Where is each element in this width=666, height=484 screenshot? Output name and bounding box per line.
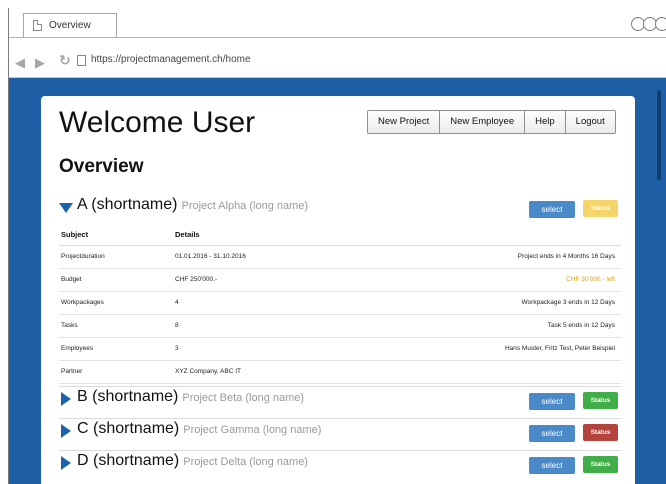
table-row: Projectduration 01.01.2016 - 31.10.2016 Pr…: [59, 245, 621, 269]
project-title: D (shortname) Project Delta (long name): [77, 452, 308, 470]
status-badge: Status: [583, 456, 618, 473]
table-cell-subject: Tasks: [59, 314, 173, 338]
table-cell-details: XYZ Company, ABC IT: [173, 360, 373, 384]
status-badge: Status: [583, 200, 618, 217]
table-header-row: Subject Details: [59, 224, 621, 246]
project-header[interactable]: B (shortname) Project Beta (long name) se…: [59, 386, 621, 412]
project-header[interactable]: D (shortname) Project Delta (long name) s…: [59, 450, 621, 476]
status-badge: Status: [583, 424, 618, 441]
table-cell-note: Hans Muster, Fritz Test, Peter Beispiel: [373, 337, 621, 361]
table-cell-details: 4: [173, 291, 373, 315]
project-title: A (shortname) Project Alpha (long name): [77, 196, 308, 214]
subject-column-header: Subject: [59, 224, 173, 246]
table-row: Partner XYZ Company, ABC IT: [59, 360, 621, 384]
note-column-header: [373, 224, 621, 246]
table-cell-note: CHF 30'000.- left: [373, 268, 621, 292]
page-icon: [33, 20, 42, 31]
help-button[interactable]: Help: [525, 111, 566, 133]
new-project-button[interactable]: New Project: [368, 111, 441, 133]
table-cell-details: 01.01.2016 - 31.10.2016: [173, 245, 373, 269]
table-cell-details: 3: [173, 337, 373, 361]
table-cell-note: Project ends in 4 Months 16 Days: [373, 245, 621, 269]
project-shortname: D (shortname): [77, 452, 180, 469]
expand-triangle-icon[interactable]: [61, 392, 71, 406]
table-row: Tasks 8 Task 5 ends in 12 Days: [59, 314, 621, 338]
expand-triangle-icon[interactable]: [61, 424, 71, 438]
project-a: A (shortname) Project Alpha (long name) s…: [59, 194, 621, 384]
expand-triangle-icon[interactable]: [61, 456, 71, 470]
project-shortname: C (shortname): [77, 420, 180, 437]
overview-heading: Overview: [59, 156, 144, 177]
content-card: Welcome User New Project New Employee He…: [41, 96, 635, 484]
project-b: B (shortname) Project Beta (long name) se…: [59, 386, 621, 412]
url-field[interactable]: https://projectmanagement.ch/home: [91, 54, 251, 65]
address-bar: ◀ ▶ ↻ https://projectmanagement.ch/home: [9, 38, 666, 78]
project-longname: Project Alpha (long name): [181, 200, 309, 212]
table-cell-subject: Employees: [59, 337, 173, 361]
project-title: C (shortname) Project Gamma (long name): [77, 420, 321, 438]
table-row: Budget CHF 250'000.- CHF 30'000.- left: [59, 268, 621, 292]
tab-title: Overview: [49, 20, 91, 31]
new-employee-button[interactable]: New Employee: [440, 111, 526, 133]
tab-bar: Overview: [9, 8, 666, 38]
table-cell-details: CHF 250'000.-: [173, 268, 373, 292]
close-icon[interactable]: [655, 17, 666, 31]
details-column-header: Details: [173, 224, 373, 246]
project-c: C (shortname) Project Gamma (long name) s…: [59, 418, 621, 444]
table-cell-note: Workpackage 3 ends in 12 Days: [373, 291, 621, 315]
project-shortname: B (shortname): [77, 388, 179, 405]
back-arrow-icon[interactable]: ◀: [15, 56, 25, 69]
table-cell-subject: Workpackages: [59, 291, 173, 315]
url-page-icon: [77, 55, 86, 66]
table-cell-details: 8: [173, 314, 373, 338]
table-cell-note: [373, 360, 621, 384]
select-button[interactable]: select: [529, 457, 575, 474]
forward-arrow-icon[interactable]: ▶: [35, 56, 45, 69]
project-header[interactable]: A (shortname) Project Alpha (long name) s…: [59, 194, 621, 220]
project-d: D (shortname) Project Delta (long name) s…: [59, 450, 621, 476]
project-longname: Project Gamma (long name): [183, 424, 322, 436]
select-button[interactable]: select: [529, 201, 575, 218]
table-cell-subject: Projectduration: [59, 245, 173, 269]
select-button[interactable]: select: [529, 393, 575, 410]
project-shortname: A (shortname): [77, 196, 178, 213]
browser-tab[interactable]: Overview: [23, 13, 117, 38]
logout-button[interactable]: Logout: [565, 111, 615, 133]
table-cell-note: Task 5 ends in 12 Days: [373, 314, 621, 338]
project-longname: Project Beta (long name): [182, 392, 305, 404]
project-longname: Project Delta (long name): [183, 456, 308, 468]
page-title: Welcome User: [59, 106, 256, 139]
project-title: B (shortname) Project Beta (long name): [77, 388, 304, 406]
collapse-triangle-icon[interactable]: [59, 203, 73, 213]
project-header[interactable]: C (shortname) Project Gamma (long name) s…: [59, 418, 621, 444]
status-badge: Status: [583, 392, 618, 409]
table-row: Workpackages 4 Workpackage 3 ends in 12 Da…: [59, 291, 621, 315]
table-cell-subject: Budget: [59, 268, 173, 292]
scrollbar[interactable]: [657, 90, 661, 180]
browser-window: Overview ◀ ▶ ↻ https://projectmanagement…: [8, 8, 666, 484]
page-viewport: Welcome User New Project New Employee He…: [9, 78, 666, 484]
project-details-table: Subject Details Projectduration 01.01.201…: [59, 224, 621, 384]
table-cell-subject: Partner: [59, 360, 173, 384]
select-button[interactable]: select: [529, 425, 575, 442]
table-row: Employees 3 Hans Muster, Fritz Test, Peter…: [59, 337, 621, 361]
reload-icon[interactable]: ↻: [59, 53, 71, 67]
top-navigation: New Project New Employee Help Logout: [367, 110, 616, 134]
